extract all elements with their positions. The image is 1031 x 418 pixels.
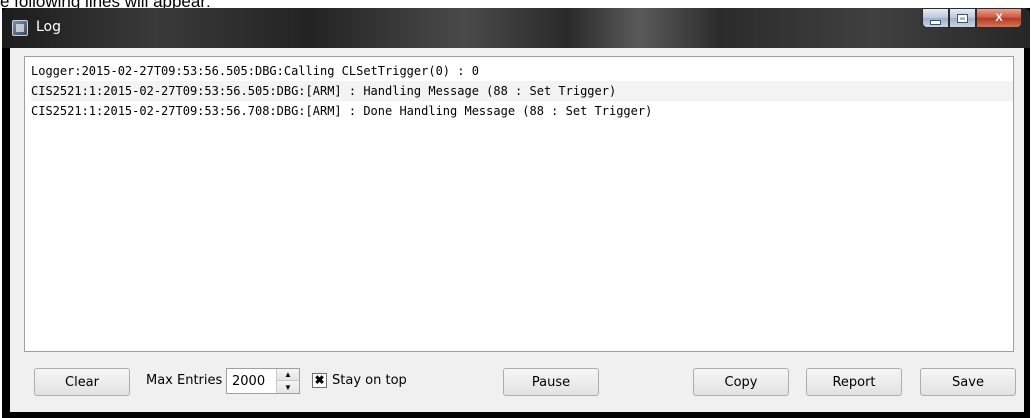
clear-button[interactable]: Clear	[34, 368, 130, 396]
log-line: Logger:2015-02-27T09:53:56.505:DBG:Calli…	[31, 64, 479, 78]
pause-button[interactable]: Pause	[503, 368, 599, 396]
report-button[interactable]: Report	[806, 368, 902, 396]
max-entries-label: Max Entries	[146, 373, 223, 388]
spin-buttons: ▲ ▼	[276, 369, 299, 393]
maximize-button[interactable]	[949, 8, 976, 28]
max-entries-spinbox[interactable]: ▲ ▼	[226, 368, 300, 394]
checkmark-icon: ✖	[314, 373, 325, 387]
maximize-icon	[957, 13, 968, 23]
window-title: Log	[36, 19, 62, 35]
window-controls: X	[922, 8, 1022, 30]
save-button[interactable]: Save	[920, 368, 1016, 396]
close-icon: X	[995, 12, 1003, 24]
app-window-icon	[12, 20, 28, 36]
spin-down-icon[interactable]: ▼	[277, 381, 299, 393]
spin-up-icon[interactable]: ▲	[277, 369, 299, 381]
minimize-icon	[930, 19, 941, 25]
log-output[interactable]: Logger:2015-02-27T09:53:56.505:DBG:Calli…	[24, 56, 1014, 352]
minimize-button[interactable]	[922, 8, 949, 28]
close-button[interactable]: X	[976, 8, 1022, 28]
stay-on-top-checkbox[interactable]: ✖	[312, 373, 327, 388]
log-line: CIS2521:1:2015-02-27T09:53:56.708:DBG:[A…	[31, 104, 653, 118]
stay-on-top-label[interactable]: Stay on top	[332, 373, 407, 388]
max-entries-input[interactable]	[227, 369, 282, 393]
copy-button[interactable]: Copy	[693, 368, 789, 396]
log-line: CIS2521:1:2015-02-27T09:53:56.505:DBG:[A…	[31, 81, 1013, 101]
title-bar[interactable]: Log X	[2, 8, 1030, 48]
